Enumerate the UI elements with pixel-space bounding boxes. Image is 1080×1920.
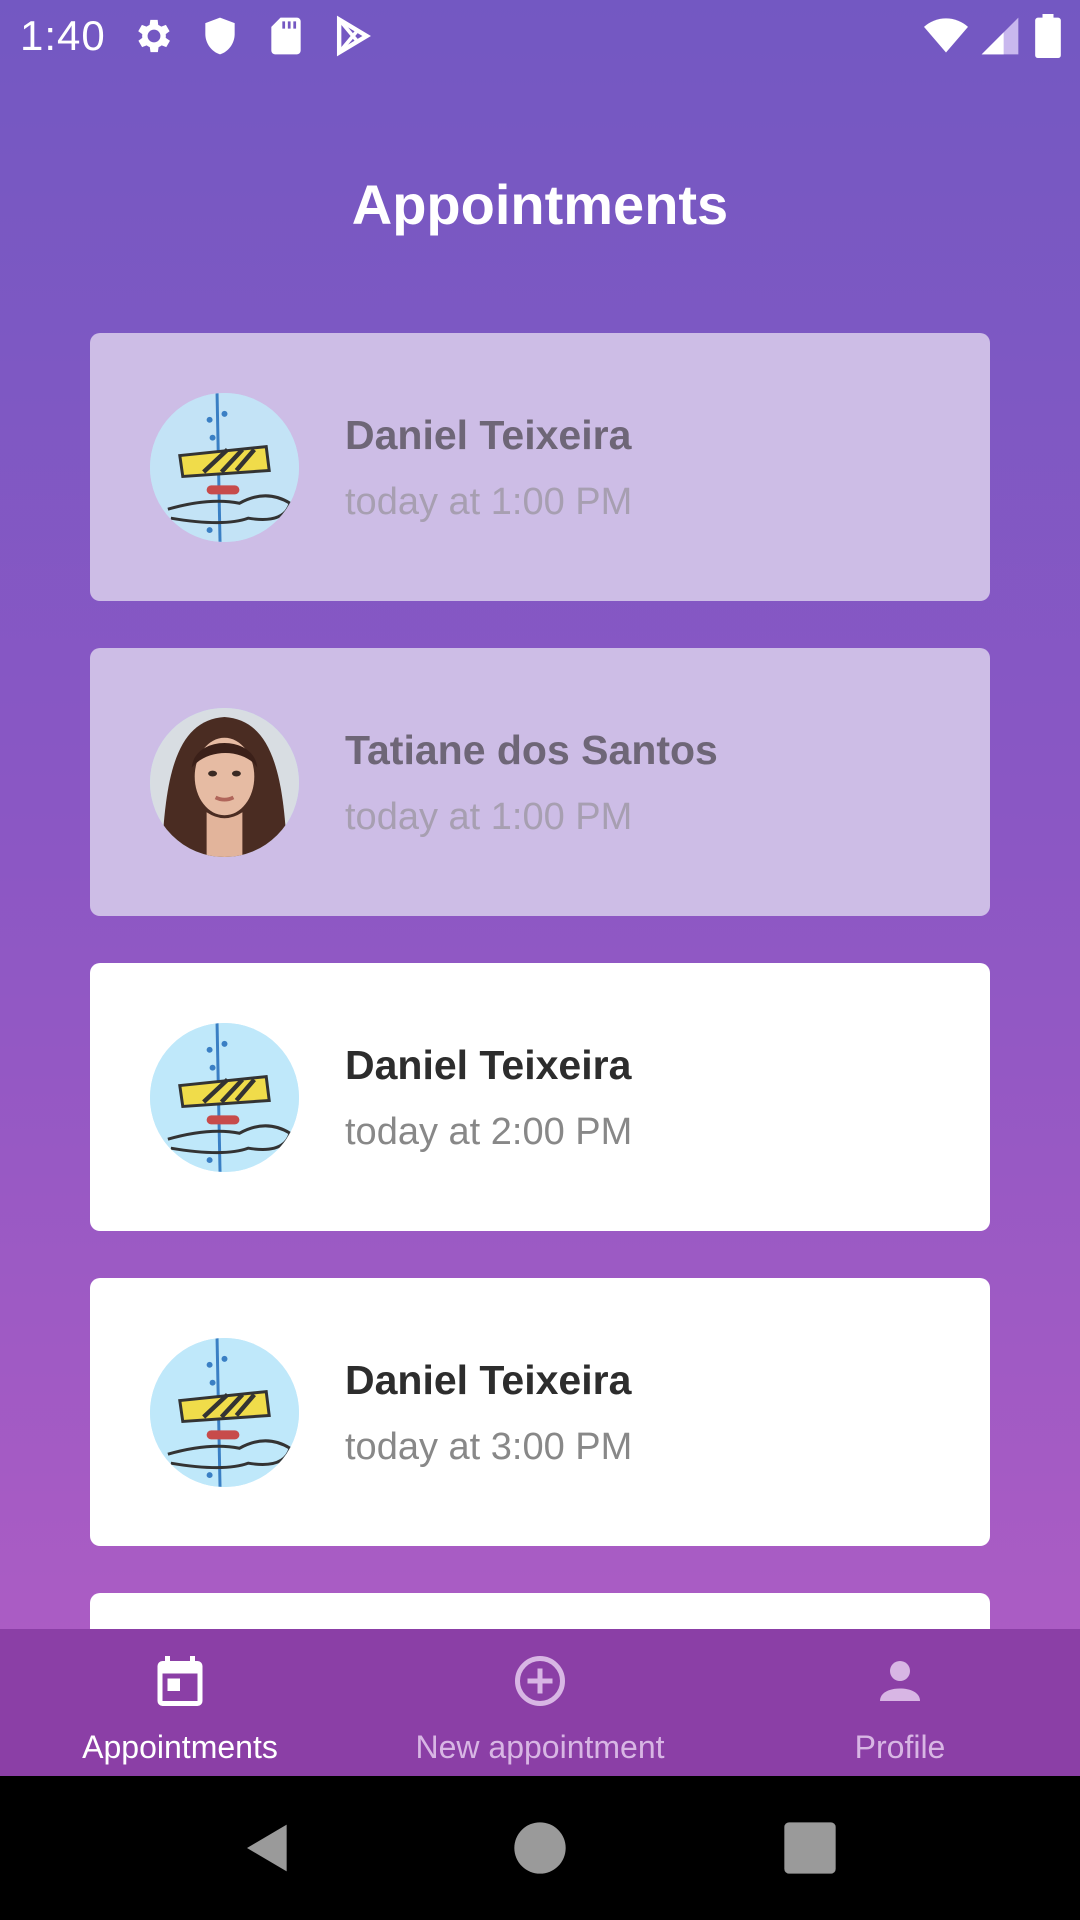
wifi-icon xyxy=(922,14,970,58)
appointment-card[interactable]: Daniel Teixeira today at 3:00 PM xyxy=(90,1278,990,1546)
barber-pole-icon xyxy=(150,393,299,542)
settings-icon xyxy=(132,14,176,58)
calendar-icon xyxy=(150,1651,210,1711)
status-time: 1:40 xyxy=(20,12,106,59)
appointment-time: today at 3:00 PM xyxy=(345,1426,633,1468)
battery-icon xyxy=(1034,14,1062,58)
bottom-navigation: Appointments New appointment Profile xyxy=(0,1629,1080,1776)
nav-label: Profile xyxy=(854,1729,946,1765)
nav-label: Appointments xyxy=(82,1729,278,1765)
back-icon[interactable] xyxy=(240,1820,296,1876)
appointments-list[interactable]: Daniel Teixeira today at 1:00 PM Tatiane… xyxy=(0,333,1080,1629)
doctor-name: Daniel Teixeira xyxy=(345,1042,632,1088)
system-navigation-bar xyxy=(0,1776,1080,1920)
appointment-card[interactable]: Tatiane dos Santos today at 1:00 PM xyxy=(90,648,990,916)
nav-label: New appointment xyxy=(415,1729,665,1765)
nav-appointments[interactable]: Appointments xyxy=(0,1629,360,1776)
appointment-time: today at 1:00 PM xyxy=(345,796,633,838)
shield-icon xyxy=(198,14,242,58)
appointment-card[interactable]: Daniel Teixeira today at 2:00 PM xyxy=(90,963,990,1231)
status-bar: 1:40 xyxy=(0,0,1080,72)
appointment-time: today at 2:00 PM xyxy=(345,1111,633,1153)
recents-icon[interactable] xyxy=(782,1820,838,1876)
doctor-name: Tatiane dos Santos xyxy=(345,727,718,773)
sd-card-icon xyxy=(264,14,308,58)
cell-signal-icon xyxy=(978,14,1022,58)
doctor-name: Daniel Teixeira xyxy=(345,1357,632,1403)
appointment-card-partial[interactable] xyxy=(90,1593,990,1629)
nav-new-appointment[interactable]: New appointment xyxy=(360,1629,720,1776)
appointment-time: today at 1:00 PM xyxy=(345,481,633,523)
appointment-card[interactable]: Daniel Teixeira today at 1:00 PM xyxy=(90,333,990,601)
doctor-name: Daniel Teixeira xyxy=(345,412,632,458)
page-title: Appointments xyxy=(351,173,729,236)
add-circle-icon xyxy=(510,1651,570,1711)
home-icon[interactable] xyxy=(512,1820,568,1876)
barber-pole-icon xyxy=(150,1338,299,1487)
barber-pole-icon xyxy=(150,1023,299,1172)
user-photo xyxy=(150,708,299,857)
nav-profile[interactable]: Profile xyxy=(720,1629,1080,1776)
play-store-icon xyxy=(330,14,374,58)
person-icon xyxy=(870,1651,930,1711)
